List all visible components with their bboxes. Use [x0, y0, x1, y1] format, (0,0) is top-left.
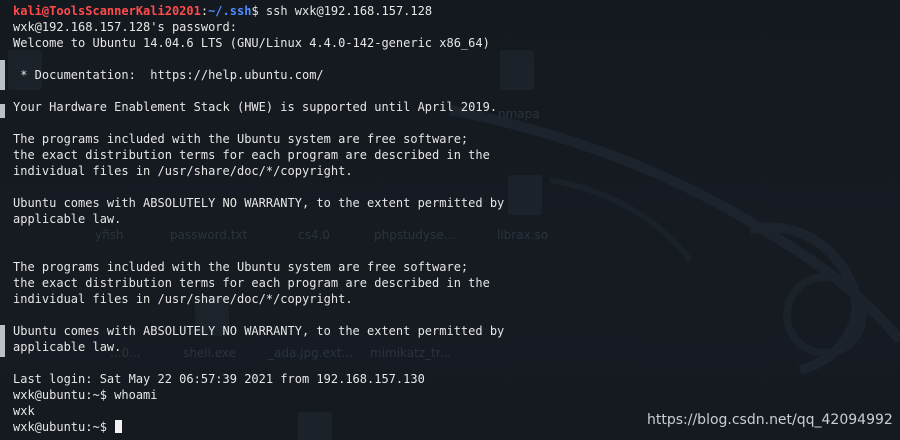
terminal-output-line: the exact distribution terms for each pr…: [13, 276, 490, 290]
terminal-output-line: The programs included with the Ubuntu sy…: [13, 132, 469, 146]
terminal-output-line: the exact distribution terms for each pr…: [13, 148, 490, 162]
terminal-output-line: The programs included with the Ubuntu sy…: [13, 260, 469, 274]
terminal-window[interactable]: kali@ToolsScannerKali20201:~/.ssh$ ssh w…: [0, 0, 900, 440]
prompt-user-host: kali@ToolsScannerKali20201: [13, 4, 201, 18]
csdn-watermark: https://blog.csdn.net/qq_42094992: [647, 412, 893, 428]
terminal-cursor: [115, 420, 123, 433]
terminal-output-line: Ubuntu comes with ABSOLUTELY NO WARRANTY…: [13, 324, 505, 338]
terminal-output-line: applicable law.: [13, 212, 122, 226]
terminal-output-line: Ubuntu comes with ABSOLUTELY NO WARRANTY…: [13, 196, 505, 210]
terminal-output-line: individual files in /usr/share/doc/*/cop…: [13, 164, 353, 178]
prompt-command: ssh wxk@192.168.157.128: [258, 4, 433, 18]
terminal-output-line: Last login: Sat May 22 06:57:39 2021 fro…: [13, 372, 425, 386]
prompt-symbol: $: [251, 4, 259, 18]
terminal-output-line: wxk@192.168.157.128's password:: [13, 20, 237, 34]
terminal-output-line: * Documentation: https://help.ubuntu.com…: [13, 68, 324, 82]
prompt-path: ~/.ssh: [208, 4, 252, 18]
terminal-output-line: Your Hardware Enablement Stack (HWE) is …: [13, 100, 498, 114]
terminal-output-line: wxk@ubuntu:~$ whoami: [13, 388, 158, 402]
desktop-screen: nmapa yfish password.txt cs4.0 phpstudys…: [0, 0, 900, 440]
terminal-output-line: individual files in /usr/share/doc/*/cop…: [13, 292, 353, 306]
terminal-output-line: Welcome to Ubuntu 14.04.6 LTS (GNU/Linux…: [13, 36, 490, 50]
prompt-separator: :: [200, 4, 209, 18]
current-prompt: wxk@ubuntu:~$: [13, 420, 115, 434]
terminal-first-prompt-line: kali@ToolsScannerKali20201:~/.ssh$ ssh w…: [13, 3, 900, 19]
terminal-output: wxk@192.168.157.128's password: Welcome …: [13, 19, 900, 419]
terminal-output-line: applicable law.: [13, 340, 122, 354]
